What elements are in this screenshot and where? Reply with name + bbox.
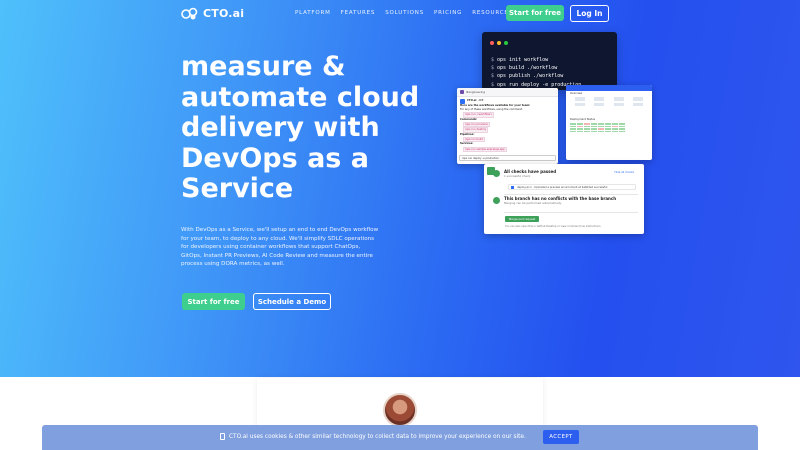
login-button[interactable]: Log In (570, 5, 609, 22)
hero-headline: measure & automate cloud delivery with D… (181, 51, 420, 204)
hide-checks-link: Hide all checks (614, 171, 634, 174)
terminal-line: $ ops init workflow (491, 57, 549, 63)
chat-input: /ops run deploy -e production (459, 155, 556, 161)
chat-channel: #engineering (466, 90, 486, 94)
hero-section: CTO.ai PLATFORM FEATURES SOLUTIONS PRICI… (0, 0, 800, 377)
chat-hint: For any of these workflows, using the co… (460, 108, 523, 118)
terminal-line: $ ops build ./workflow (491, 65, 558, 72)
minimize-dot-icon (497, 41, 501, 45)
maximize-dot-icon (504, 41, 508, 45)
chatops-illustration: #engineering CTO.ai APP Here are the wor… (457, 88, 558, 164)
merge-hint: You can also open this in GitHub Desktop… (505, 225, 602, 228)
nav-link-features[interactable]: FEATURES (341, 10, 376, 16)
logo[interactable]: CTO.ai (181, 6, 244, 20)
pull-request-illustration: All checks have passed 1 successful chec… (484, 164, 644, 234)
check-detail: deploy-pr-1 - Uploaded a preview environ… (508, 184, 636, 190)
cookie-banner: CTO.ai uses cookies & other similar tech… (42, 425, 758, 450)
close-dot-icon (490, 41, 494, 45)
chat-service: /ops run sample-expressjs-app (463, 146, 507, 153)
hero-subcopy: With DevOps as a Service, we'll setup an… (181, 227, 379, 268)
no-conflicts-row: This branch has no conflicts with the ba… (504, 196, 617, 205)
nav-link-platform[interactable]: PLATFORM (295, 10, 331, 16)
chat-header: #engineering (457, 88, 558, 97)
nav-link-pricing[interactable]: PRICING (434, 10, 462, 16)
no-conflicts-icon (493, 197, 500, 204)
logo-text: CTO.ai (203, 6, 245, 20)
bot-name: CTO.ai (467, 99, 477, 103)
hero-start-free-button[interactable]: Start for free (182, 293, 245, 310)
window-controls (490, 41, 508, 45)
cto-logo-icon (181, 6, 199, 20)
schedule-demo-button[interactable]: Schedule a Demo (253, 293, 331, 310)
terminal-illustration: $ ops init workflow $ ops build ./workflow… (482, 32, 617, 90)
main-nav: PLATFORM FEATURES SOLUTIONS PRICING RESO… (295, 10, 513, 16)
cookie-message: CTO.ai uses cookies & other similar tech… (229, 433, 526, 440)
slack-logo-icon (460, 90, 464, 94)
terminal-line: $ ops publish ./workflow (491, 73, 564, 80)
cookie-info-icon (220, 433, 225, 440)
dashboard-illustration: Overview Deployment Status (566, 85, 652, 160)
accept-cookies-button[interactable]: ACCEPT (543, 430, 579, 444)
check-passed-icon (493, 170, 500, 177)
merge-pr-button: Merge pull request (505, 216, 539, 222)
nav-link-solutions[interactable]: SOLUTIONS (385, 10, 424, 16)
bot-tag: APP (478, 99, 484, 103)
nav-start-free-button[interactable]: Start for free (506, 5, 564, 21)
deploy-status-grid (566, 122, 652, 134)
avatar (383, 393, 417, 427)
